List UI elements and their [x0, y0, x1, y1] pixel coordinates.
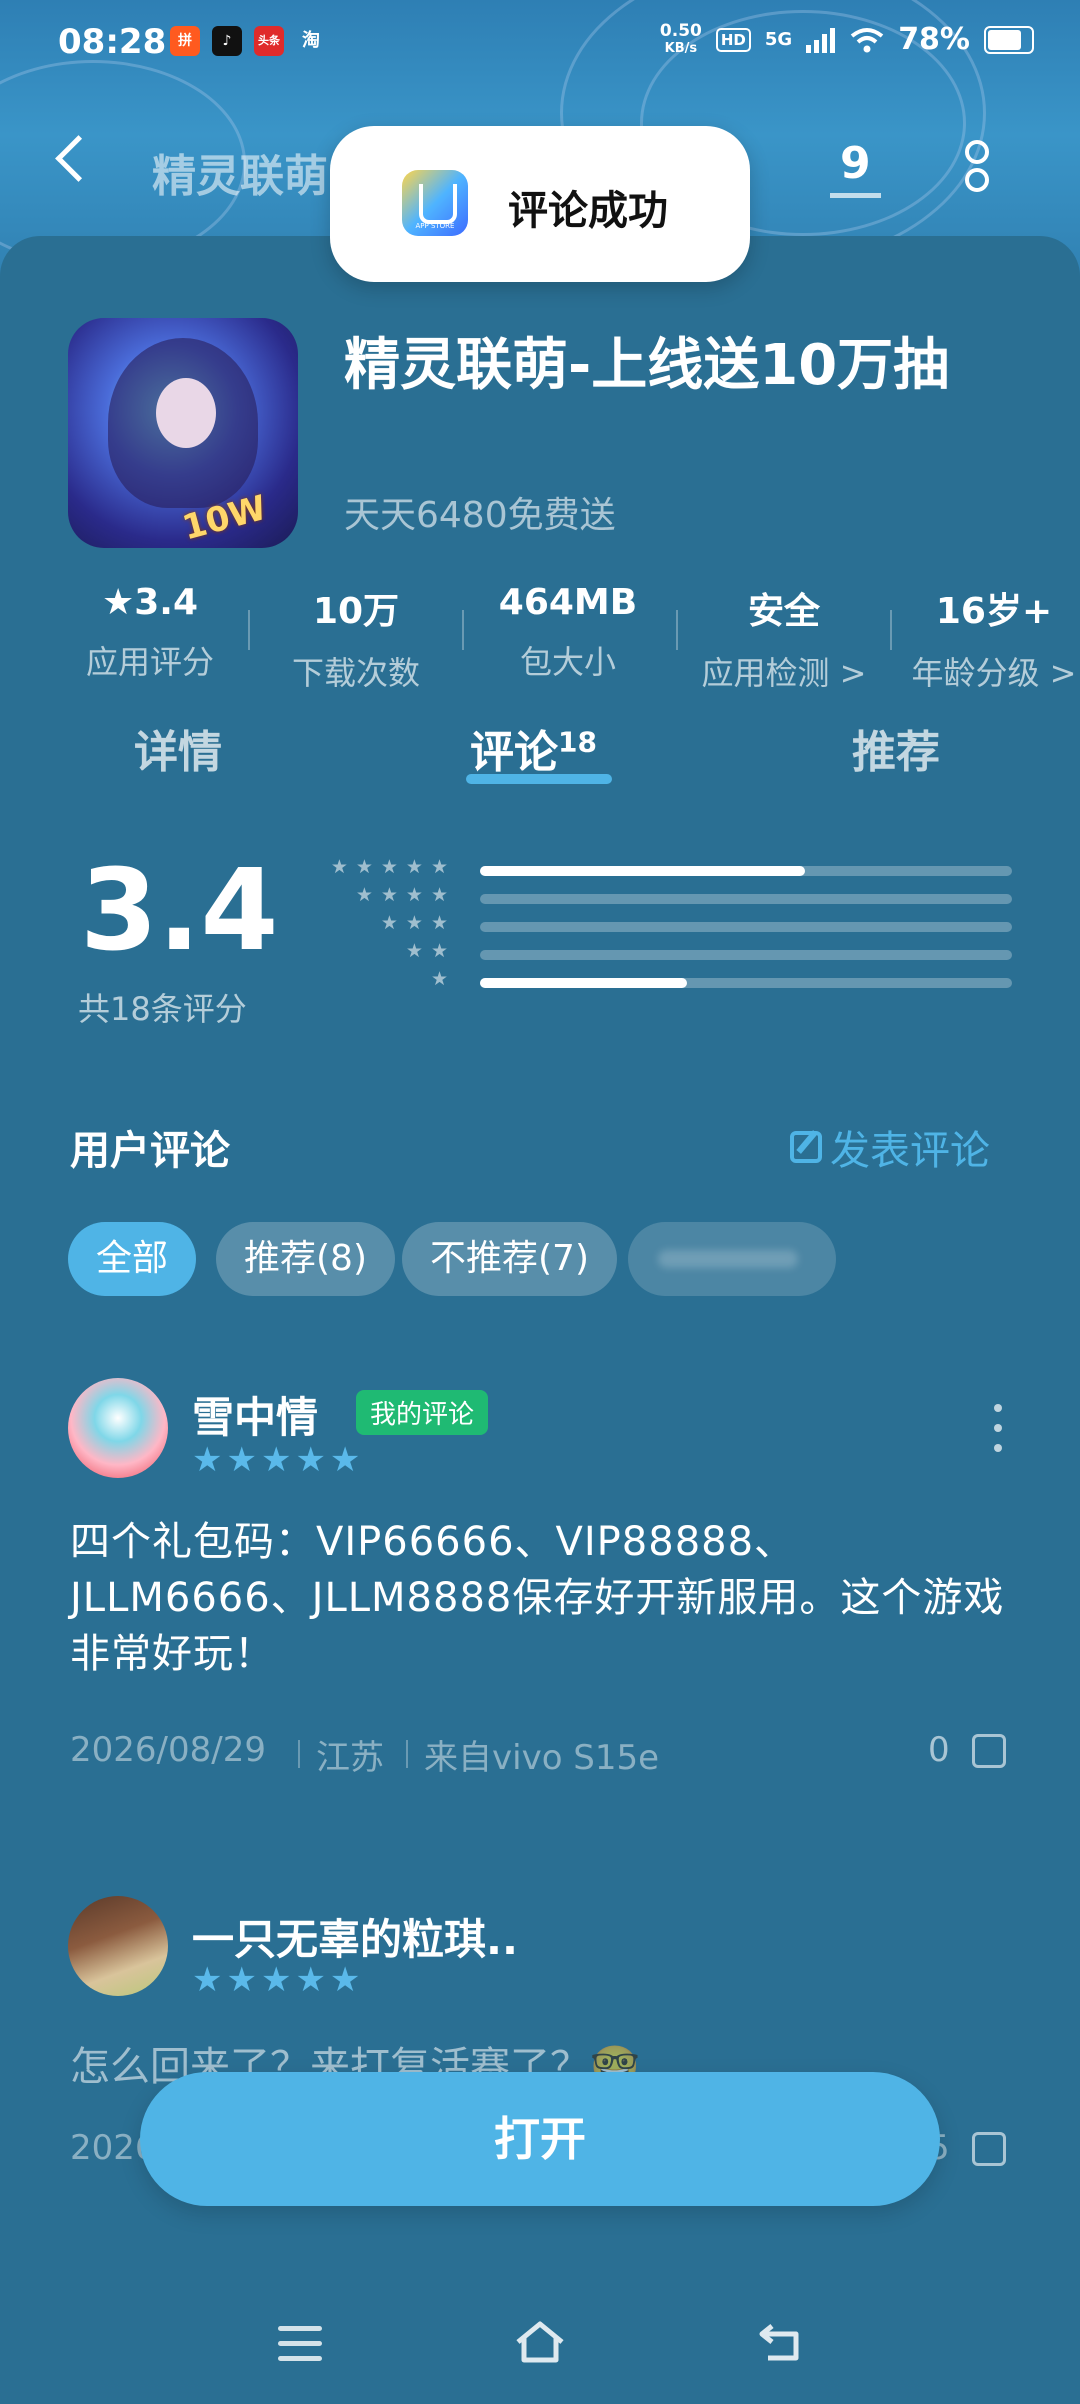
stat-security[interactable]: 安全 应用检测 >: [696, 582, 872, 694]
app-store-logo-icon: APP STORE: [402, 170, 468, 236]
battery-percent: 78%: [898, 22, 970, 57]
thumbs-up-icon[interactable]: [972, 2132, 1006, 2166]
filter-chip-not-recommend[interactable]: 不推荐(7): [402, 1222, 617, 1296]
rating-bar-track: [480, 894, 1012, 904]
avatar[interactable]: [68, 1896, 168, 1996]
pinduoduo-icon: 拼: [170, 26, 200, 56]
stat-divider: [248, 610, 250, 650]
home-icon[interactable]: [514, 2320, 566, 2364]
write-review-button[interactable]: 发表评论: [790, 1118, 990, 1176]
filter-chip-obscured[interactable]: [628, 1222, 836, 1296]
douyin-icon: ♪: [212, 26, 242, 56]
net-speed: 0.50 KB/s: [659, 20, 702, 57]
tab-indicator: [466, 774, 612, 784]
reviewer-name[interactable]: 雪中情: [192, 1384, 318, 1445]
rating-bar-track: [480, 866, 1012, 876]
back-nav-icon[interactable]: [756, 2322, 806, 2362]
stat-age-rating[interactable]: 16岁+ 年龄分级 >: [908, 582, 1080, 694]
toast: APP STORE 评论成功: [330, 126, 750, 282]
review-stars: ★★★★★: [192, 1960, 365, 2000]
stat-rating: ★3.4 应用评分: [85, 582, 214, 681]
avatar[interactable]: [68, 1378, 168, 1478]
nav-title: 精灵联萌: [152, 151, 328, 202]
reviewer-name[interactable]: 一只无辜的粒琪..: [192, 1906, 518, 1967]
stat-downloads: 10万 下载次数: [291, 591, 420, 692]
stat-divider: [462, 610, 464, 650]
network-type: 5G: [764, 29, 793, 50]
open-app-button[interactable]: 打开: [140, 2072, 940, 2206]
more-options-icon[interactable]: [962, 140, 989, 200]
meta-divider: [298, 1740, 300, 1768]
rating-bar-track: [480, 922, 1012, 932]
app-subtitle: 天天6480免费送: [344, 495, 616, 536]
meta-divider: [406, 1740, 408, 1768]
hd-icon: HD: [715, 27, 751, 52]
stat-divider: [676, 610, 678, 650]
status-time: 08:28: [58, 22, 167, 62]
rating-row-stars: ★★: [405, 940, 456, 962]
toast-message: 评论成功: [508, 188, 668, 234]
tab-reviews-label: 评论: [470, 727, 558, 778]
write-review-label: 发表评论: [830, 1128, 990, 1174]
stat-divider: [890, 610, 892, 650]
taobao-icon: 淘: [302, 30, 320, 51]
thumbs-up-icon[interactable]: [972, 1734, 1006, 1768]
rating-row-stars: ★★★★: [355, 884, 456, 906]
my-review-badge: 我的评论: [356, 1390, 489, 1435]
rating-row-stars: ★★★: [380, 912, 456, 934]
review-stars: ★★★★★: [192, 1440, 365, 1480]
wifi-icon: [850, 27, 884, 52]
download-count-button[interactable]: 9: [830, 138, 881, 198]
edit-icon: [790, 1131, 822, 1163]
rating-bar-track: [480, 978, 1012, 988]
status-indicators: 0.50 KB/s HD 5G 78%: [660, 22, 1034, 57]
app-name: 精灵联萌-上线送10万抽: [344, 333, 950, 398]
review-text: 四个礼包码：VIP66666、VIP88888、JLLM6666、JLLM888…: [70, 1519, 1005, 1677]
tab-reviews-count: 18: [558, 725, 597, 759]
battery-icon: [984, 25, 1034, 54]
reviews-title: 用户评论: [70, 1128, 230, 1174]
rating-total: 共18条评分: [78, 990, 247, 1028]
app-icon: 10W抽: [68, 318, 298, 548]
filter-chip-all[interactable]: 全部: [68, 1222, 197, 1296]
rating-bar-fill: [480, 978, 688, 988]
review-date: 2026/08/29: [70, 1730, 266, 1770]
review-device: 来自vivo S15e: [424, 1738, 660, 1778]
rating-row-stars: ★★★★★: [330, 856, 456, 878]
like-count: 0: [928, 1730, 950, 1770]
toutiao-icon: 头条: [254, 26, 284, 56]
stat-size: 464MB 包大小: [498, 582, 638, 681]
rating-bar-fill: [480, 866, 805, 876]
rating-bar-track: [480, 950, 1012, 960]
filter-chip-recommend[interactable]: 推荐(8): [216, 1222, 395, 1296]
tab-recommend[interactable]: 推荐: [852, 716, 940, 780]
tab-details[interactable]: 详情: [134, 716, 222, 780]
tab-reviews[interactable]: 评论18: [470, 716, 597, 780]
net-speed-value: 0.50: [659, 20, 702, 41]
rating-score: 3.4: [80, 846, 279, 976]
rating-row-stars: ★: [430, 968, 456, 990]
menu-icon[interactable]: [278, 2326, 322, 2362]
net-speed-unit: KB/s: [664, 40, 698, 56]
review-region: 江苏: [316, 1738, 384, 1778]
signal-icon: [806, 27, 836, 53]
review-more-icon[interactable]: [994, 1404, 1002, 1452]
